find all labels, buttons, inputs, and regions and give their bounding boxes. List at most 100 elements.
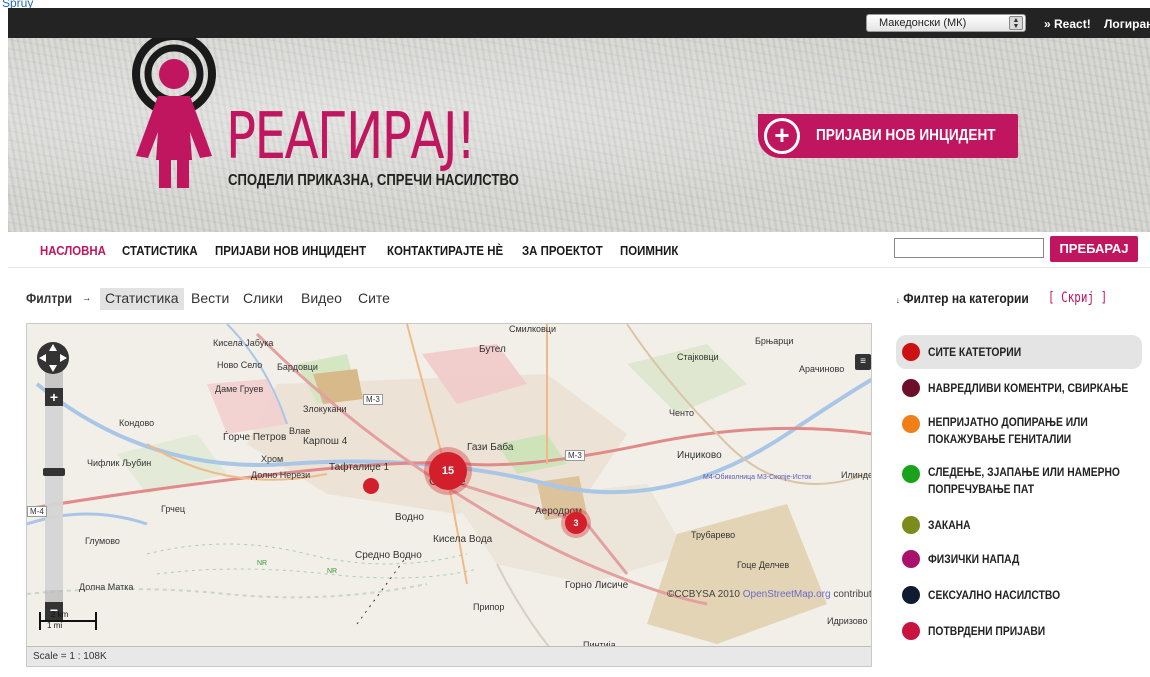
nav-item-statistics[interactable]: СТАТИСТИКА — [122, 243, 198, 258]
map-label: Ново Село — [217, 360, 263, 370]
map-label: Гази Баба — [467, 442, 514, 453]
brand-title: РЕАГИРАЈ! — [226, 100, 476, 174]
map-label: Идризово — [827, 616, 868, 626]
incident-map[interactable]: + − ≡ Кисела Јабука Ново Село Бардовци Д… — [26, 323, 872, 667]
language-selected-value: Македонски (МК) — [879, 17, 967, 29]
scale-bar: Scale = 1 : 108K — [27, 646, 871, 666]
category-dot — [902, 343, 920, 361]
zoom-slider-handle[interactable] — [43, 468, 65, 476]
scale-km: 2 km — [51, 610, 69, 619]
logo-woman-icon[interactable] — [128, 38, 228, 228]
filter-tab-photos[interactable]: Слики — [238, 288, 288, 310]
category-dot — [902, 550, 920, 568]
incident-cluster[interactable]: 3 — [565, 512, 587, 534]
category-dot — [902, 465, 920, 483]
incident-marker[interactable] — [363, 478, 379, 494]
hide-categories-link[interactable]: [ Скриј ] — [1048, 290, 1107, 306]
osm-link[interactable]: OpenStreetMap.org — [743, 589, 831, 600]
search-button[interactable]: ПРЕБАРАЈ — [1050, 236, 1138, 262]
category-item-stalking[interactable]: СЛЕДЕЊЕ, ЗЈАПАЊЕ ИЛИ НАМЕРНО ПОПРЕЧУВАЊЕ… — [896, 462, 1142, 502]
category-item-sexual[interactable]: СЕКСУАЛНО НАСИЛСТВО — [896, 583, 1142, 607]
main-nav: НАСЛОВНА СТАТИСТИКА ПРИЈАВИ НОВ ИНЦИДЕНТ… — [8, 232, 1150, 268]
pan-control-icon[interactable] — [35, 340, 71, 376]
incident-cluster[interactable]: 15 — [429, 452, 467, 490]
frame-strip — [0, 0, 8, 677]
map-label: Кисела Вода — [433, 534, 493, 545]
arrow-right-icon: → — [82, 292, 92, 304]
map-label: Припор — [473, 602, 505, 612]
category-dot — [902, 622, 920, 640]
brand-tagline: СПОДЕЛИ ПРИКАЗНА, СПРЕЧИ НАСИЛСТВО — [228, 172, 519, 189]
map-label: Долна Матка — [79, 582, 134, 592]
map-label: Брњарци — [755, 336, 794, 346]
filter-tab-all[interactable]: Сите — [353, 288, 395, 310]
down-arrow-icon: ↓ — [896, 295, 900, 305]
nav-item-contact[interactable]: КОНТАКТИРАЈТЕ НÈ — [387, 243, 503, 258]
zoom-in-button[interactable]: + — [45, 388, 63, 406]
category-dot — [902, 379, 920, 397]
category-item-verbal[interactable]: НАВРЕДЛИВИ КОМЕНТРИ, СВИРКАЊЕ — [896, 376, 1142, 402]
map-label: Влае — [289, 426, 311, 436]
category-label: СИТЕ КАТЕТОРИИ — [928, 345, 1022, 359]
map-label: Кондово — [119, 418, 155, 428]
category-label: СЕКСУАЛНО НАСИЛСТВО — [928, 588, 1061, 602]
select-arrows-icon: ▲ ▼ — [1009, 16, 1023, 30]
nav-item-about[interactable]: ЗА ПРОЕКТОТ — [522, 243, 603, 258]
map-label: Карпош 4 — [303, 436, 348, 447]
language-select[interactable]: Македонски (МК) ▲ ▼ — [866, 14, 1026, 32]
map-label: Стајковци — [677, 352, 719, 362]
map-label: Горно Лисиче — [565, 580, 629, 591]
category-item-all[interactable]: СИТЕ КАТЕТОРИИ — [896, 335, 1142, 369]
category-label: НЕПРИЈАТНО ДОПИРАЊЕ ИЛИ ПОКАЖУВАЊЕ ГЕНИТ… — [928, 415, 1088, 446]
report-incident-button[interactable]: + ПРИЈАВИ НОВ ИНЦИДЕНТ — [758, 114, 1018, 158]
map-label: Тафталиџе 1 — [329, 462, 390, 473]
map-label: Трубарево — [691, 530, 736, 540]
scale-text: Scale = 1 : 108K — [33, 651, 107, 662]
map-label: Даме Груев — [215, 384, 264, 394]
top-bar: Македонски (МК) ▲▼ » React! Логирање — [8, 8, 1150, 38]
map-label: Долно Нерези — [251, 470, 311, 480]
road-shield: M-4 — [27, 506, 47, 517]
map-label: Средно Водно — [355, 550, 422, 561]
category-label: ПОТВРДЕНИ ПРИЈАВИ — [928, 624, 1046, 638]
map-label: Арачиново — [799, 364, 845, 374]
map-label: Чифлик Љубин — [87, 458, 152, 468]
site-header: РЕАГИРАЈ! СПОДЕЛИ ПРИКАЗНА, СПРЕЧИ НАСИЛ… — [8, 38, 1150, 232]
map-label: Ѓорче Петров — [223, 432, 287, 443]
map-label: Ченто — [669, 408, 695, 418]
road-shield: M-3 — [363, 394, 383, 405]
category-filter-header: ↓ Филтер на категории — [896, 290, 1029, 306]
map-label: Смилковци — [509, 324, 556, 334]
map-label: Илинден — [841, 470, 871, 480]
filter-tab-video[interactable]: Видео — [296, 288, 347, 310]
category-item-groping[interactable]: НЕПРИЈАТНО ДОПИРАЊЕ ИЛИ ПОКАЖУВАЊЕ ГЕНИТ… — [896, 412, 1142, 452]
category-item-physical[interactable]: ФИЗИЧКИ НАПАД — [896, 547, 1142, 571]
map-label: Глумово — [85, 536, 120, 546]
category-label: ЗАКАНА — [928, 518, 971, 532]
category-item-threat[interactable]: ЗАКАНА — [896, 513, 1142, 537]
map-attribution: ©CCBYSA 2010 OpenStreetMap.org contribut… — [667, 589, 871, 600]
category-filter-title: Филтер на категории — [903, 290, 1029, 306]
nav-item-glossary[interactable]: ПОИМНИК — [620, 243, 678, 258]
report-incident-label: ПРИЈАВИ НОВ ИНЦИДЕНТ — [816, 127, 996, 144]
scale-line: 2 km 1 mi — [39, 610, 97, 630]
react-link[interactable]: » React! — [1044, 17, 1091, 31]
plus-icon: + — [764, 118, 800, 154]
filter-tab-news[interactable]: Вести — [186, 288, 234, 310]
category-dot — [902, 415, 920, 433]
login-link[interactable]: Логирање — [1104, 17, 1150, 31]
map-label: Бардовци — [277, 362, 318, 372]
filter-tab-statistics[interactable]: Статистика — [100, 288, 184, 310]
search-input[interactable] — [894, 238, 1044, 258]
category-item-verified[interactable]: ПОТВРДЕНИ ПРИЈАВИ — [896, 619, 1142, 643]
attribution-text: ©CCBYSA 2010 — [667, 589, 743, 600]
category-label: ФИЗИЧКИ НАПАД — [928, 552, 1020, 566]
map-label: Бутел — [479, 344, 506, 355]
map-label: Кисела Јабука — [213, 338, 274, 348]
map-label: Водно — [395, 512, 424, 523]
layer-switcher-icon[interactable]: ≡ — [855, 354, 871, 370]
nav-item-home[interactable]: НАСЛОВНА — [40, 243, 106, 258]
map-label: Хром — [261, 454, 284, 464]
category-label: НАВРЕДЛИВИ КОМЕНТРИ, СВИРКАЊЕ — [928, 381, 1129, 395]
nav-item-report-incident[interactable]: ПРИЈАВИ НОВ ИНЦИДЕНТ — [215, 243, 366, 258]
